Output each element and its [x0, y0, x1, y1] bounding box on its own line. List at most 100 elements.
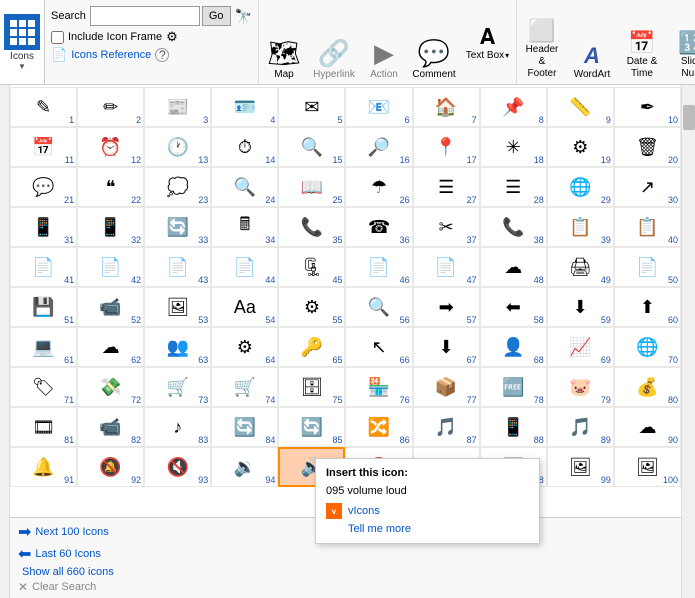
comment-button[interactable]: 💬 Comment: [409, 0, 459, 84]
icon-cell-84[interactable]: 🔄84: [211, 407, 278, 447]
icon-cell-26[interactable]: ☂26: [345, 167, 412, 207]
icon-cell-17[interactable]: 📍17: [413, 127, 480, 167]
settings-gear-icon[interactable]: ⚙: [166, 29, 178, 45]
map-button[interactable]: 🗺 Map: [259, 0, 309, 84]
icon-cell-22[interactable]: ❝22: [77, 167, 144, 207]
icon-cell-100[interactable]: 🖼100: [614, 447, 681, 487]
icon-cell-60[interactable]: ⬆60: [614, 287, 681, 327]
icon-cell-64[interactable]: ⚙64: [211, 327, 278, 367]
icon-cell-36[interactable]: ☎36: [345, 207, 412, 247]
icon-cell-47[interactable]: 📄47: [413, 247, 480, 287]
icon-cell-61[interactable]: 💻61: [10, 327, 77, 367]
icon-cell-68[interactable]: 👤68: [480, 327, 547, 367]
icon-cell-99[interactable]: 🖼99: [547, 447, 614, 487]
icon-cell-75[interactable]: 🗄75: [278, 367, 345, 407]
icon-cell-14[interactable]: ⏱14: [211, 127, 278, 167]
icon-cell-73[interactable]: 🛒73: [144, 367, 211, 407]
icon-cell-20[interactable]: 🗑20: [614, 127, 681, 167]
icon-cell-79[interactable]: 🐷79: [547, 367, 614, 407]
icon-cell-76[interactable]: 🏪76: [345, 367, 412, 407]
icon-cell-66[interactable]: ↖66: [345, 327, 412, 367]
wordart-button[interactable]: A WordArt: [567, 0, 617, 84]
icon-cell-39[interactable]: 📋39: [547, 207, 614, 247]
icon-cell-56[interactable]: 🔍56: [345, 287, 412, 327]
icons-reference-label[interactable]: Icons Reference: [71, 49, 151, 61]
icon-cell-67[interactable]: ⬇67: [413, 327, 480, 367]
slide-num-button[interactable]: 🔢 SlideNum: [667, 0, 695, 84]
icon-cell-21[interactable]: 💬21: [10, 167, 77, 207]
icon-cell-1[interactable]: ✎1: [10, 87, 77, 127]
icon-cell-19[interactable]: ⚙19: [547, 127, 614, 167]
icon-cell-88[interactable]: 📱88: [480, 407, 547, 447]
icon-cell-71[interactable]: 🏷71: [10, 367, 77, 407]
action-button[interactable]: ▶ Action: [359, 0, 409, 84]
icon-cell-59[interactable]: ⬇59: [547, 287, 614, 327]
text-box-button[interactable]: 𝐀 Text Box ▾: [459, 0, 517, 84]
icon-cell-41[interactable]: 📄41: [10, 247, 77, 287]
icon-cell-11[interactable]: 📅11: [10, 127, 77, 167]
icon-cell-38[interactable]: 📞38: [480, 207, 547, 247]
icon-cell-89[interactable]: 🎵89: [547, 407, 614, 447]
icon-cell-46[interactable]: 📄46: [345, 247, 412, 287]
clear-search-label[interactable]: Clear Search: [32, 581, 96, 593]
icon-cell-4[interactable]: 🪪4: [211, 87, 278, 127]
icons-nav-button[interactable]: [4, 14, 40, 50]
go-button[interactable]: Go: [202, 6, 231, 26]
icon-cell-18[interactable]: ✳18: [480, 127, 547, 167]
icon-cell-50[interactable]: 📄50: [614, 247, 681, 287]
icon-cell-10[interactable]: ✒10: [614, 87, 681, 127]
icon-cell-16[interactable]: 🔎16: [345, 127, 412, 167]
icon-cell-9[interactable]: 📏9: [547, 87, 614, 127]
icon-cell-70[interactable]: 🌐70: [614, 327, 681, 367]
icon-cell-54[interactable]: Aa54: [211, 287, 278, 327]
icon-cell-91[interactable]: 🔔91: [10, 447, 77, 487]
right-scrollbar[interactable]: [681, 85, 695, 598]
hyperlink-button[interactable]: 🔗 Hyperlink: [309, 0, 359, 84]
icon-cell-90[interactable]: ☁90: [614, 407, 681, 447]
icon-cell-49[interactable]: 🖨49: [547, 247, 614, 287]
icon-cell-65[interactable]: 🔑65: [278, 327, 345, 367]
icon-cell-52[interactable]: 📹52: [77, 287, 144, 327]
binoculars-icon[interactable]: 🔭: [235, 8, 252, 25]
icon-cell-83[interactable]: ♪83: [144, 407, 211, 447]
icon-cell-28[interactable]: ☰28: [480, 167, 547, 207]
last-icons-link[interactable]: Last 60 Icons: [35, 548, 100, 560]
icon-cell-69[interactable]: 📈69: [547, 327, 614, 367]
icon-cell-86[interactable]: 🔀86: [345, 407, 412, 447]
icon-cell-42[interactable]: 📄42: [77, 247, 144, 287]
show-all-link[interactable]: Show all 660 icons: [22, 566, 114, 578]
icon-cell-13[interactable]: 🕐13: [144, 127, 211, 167]
icon-cell-30[interactable]: ↗30: [614, 167, 681, 207]
icon-cell-87[interactable]: 🎵87: [413, 407, 480, 447]
icon-cell-35[interactable]: 📞35: [278, 207, 345, 247]
icon-cell-55[interactable]: ⚙55: [278, 287, 345, 327]
icon-cell-72[interactable]: 💸72: [77, 367, 144, 407]
last-arrow-icon[interactable]: ⬅: [18, 544, 31, 564]
vicons-link[interactable]: vIcons: [348, 505, 380, 517]
icon-cell-12[interactable]: ⏰12: [77, 127, 144, 167]
icon-cell-3[interactable]: 📰3: [144, 87, 211, 127]
date-time-button[interactable]: 📅 Date &Time: [617, 0, 667, 84]
icon-cell-53[interactable]: 🖼53: [144, 287, 211, 327]
icon-cell-82[interactable]: 📹82: [77, 407, 144, 447]
icon-cell-27[interactable]: ☰27: [413, 167, 480, 207]
icon-cell-5[interactable]: ✉5: [278, 87, 345, 127]
icon-cell-31[interactable]: 📱31: [10, 207, 77, 247]
icon-cell-23[interactable]: 💭23: [144, 167, 211, 207]
icon-cell-57[interactable]: ➡57: [413, 287, 480, 327]
icon-cell-48[interactable]: ☁48: [480, 247, 547, 287]
icon-cell-78[interactable]: 🆓78: [480, 367, 547, 407]
header-footer-button[interactable]: ⬜ Header& Footer: [517, 0, 567, 84]
icon-cell-81[interactable]: 🎞81: [10, 407, 77, 447]
icon-cell-2[interactable]: ✏2: [77, 87, 144, 127]
icon-cell-62[interactable]: ☁62: [77, 327, 144, 367]
scroll-thumb[interactable]: [683, 105, 695, 130]
icon-cell-37[interactable]: ✂37: [413, 207, 480, 247]
icon-cell-6[interactable]: 📧6: [345, 87, 412, 127]
icon-cell-44[interactable]: 📄44: [211, 247, 278, 287]
icon-cell-8[interactable]: 📌8: [480, 87, 547, 127]
icon-cell-94[interactable]: 🔉94: [211, 447, 278, 487]
icon-cell-45[interactable]: 🗜45: [278, 247, 345, 287]
icon-cell-43[interactable]: 📄43: [144, 247, 211, 287]
icon-cell-58[interactable]: ⬅58: [480, 287, 547, 327]
